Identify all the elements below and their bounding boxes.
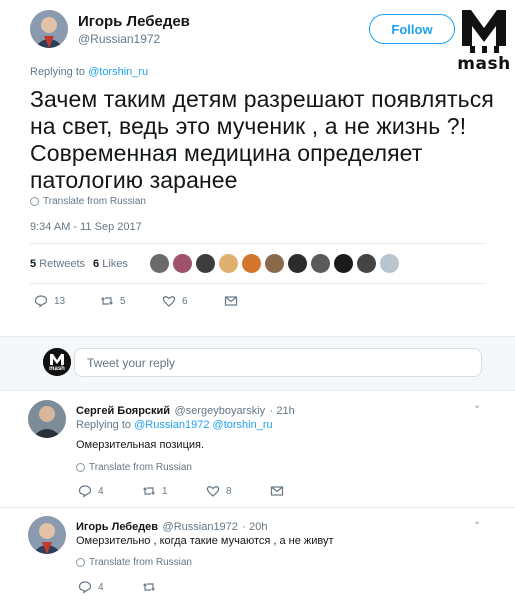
envelope-icon <box>224 296 238 306</box>
reply-count: 4 <box>98 581 104 593</box>
reply-author-avatar[interactable] <box>28 400 66 438</box>
reply-icon <box>78 581 92 594</box>
likers-avatars <box>150 254 399 273</box>
replying-to-link[interactable]: @Russian1972 @torshin_ru <box>134 419 273 431</box>
reply-text: Омерзительно , когда такие мучаются , а … <box>76 535 334 547</box>
reply-input[interactable]: Tweet your reply <box>74 348 482 377</box>
engagement-stats: 5 Retweets 6 Likes <box>30 258 128 270</box>
retweet-action[interactable]: 5 <box>100 294 162 308</box>
author-avatar[interactable] <box>30 10 68 48</box>
translate-label[interactable]: Translate from Russian <box>89 462 192 473</box>
my-avatar-text: mash <box>49 366 65 372</box>
reply-count: 13 <box>54 295 66 307</box>
translate-label[interactable]: Translate from Russian <box>89 557 192 568</box>
heart-icon <box>206 486 220 497</box>
like-count: 8 <box>226 485 232 497</box>
liker-avatar[interactable] <box>334 254 353 273</box>
retweet-action[interactable]: 1 <box>142 484 206 498</box>
reply-action[interactable]: 4 <box>78 484 142 498</box>
message-action[interactable] <box>270 484 284 498</box>
follow-button[interactable]: Follow <box>369 14 455 44</box>
reply-time[interactable]: · 20h <box>242 521 267 533</box>
reply-count: 4 <box>98 485 104 497</box>
retweet-icon <box>101 297 113 305</box>
likes-label: Likes <box>102 258 128 270</box>
reply-time[interactable]: · 21h <box>270 405 295 417</box>
reply-action[interactable]: 4 <box>78 580 142 594</box>
replying-to-link[interactable]: @torshin_ru <box>88 66 148 78</box>
tweet-actions: 13 5 6 <box>34 294 238 308</box>
mash-logo: mash <box>456 6 512 78</box>
retweets-label: Retweets <box>39 258 86 270</box>
heart-icon <box>162 296 176 307</box>
globe-icon <box>76 558 85 567</box>
like-action[interactable]: 8 <box>206 484 270 498</box>
author-name[interactable]: Игорь Лебедев <box>78 13 190 30</box>
retweet-icon <box>143 487 155 495</box>
replying-to: Replying to @Russian1972 @torshin_ru <box>76 419 273 431</box>
author-handle[interactable]: @Russian1972 <box>78 32 160 46</box>
likes-stat[interactable]: 6 Likes <box>93 258 128 270</box>
message-action[interactable] <box>224 294 238 308</box>
reply-icon <box>34 295 48 308</box>
like-count: 6 <box>182 295 188 307</box>
reply-actions: 4 1 8 <box>78 484 284 498</box>
liker-avatar[interactable] <box>311 254 330 273</box>
retweets-stat[interactable]: 5 Retweets <box>30 258 85 270</box>
retweet-action[interactable] <box>142 580 206 594</box>
globe-icon <box>30 197 39 206</box>
retweet-count: 1 <box>162 485 168 497</box>
divider <box>30 283 485 284</box>
replying-prefix: Replying to <box>76 419 135 431</box>
reply-author-avatar[interactable] <box>28 516 66 554</box>
reply-author-name[interactable]: Сергей Боярский <box>76 405 170 417</box>
reply-text: Омерзительная позиция. <box>76 439 205 451</box>
reply-header: Игорь Лебедев @Russian1972 · 20h <box>76 517 267 535</box>
liker-avatar[interactable] <box>380 254 399 273</box>
tweet-timestamp[interactable]: 9:34 AM - 11 Sep 2017 <box>30 221 142 233</box>
liker-avatar[interactable] <box>219 254 238 273</box>
retweet-icon <box>143 583 155 591</box>
liker-avatar[interactable] <box>288 254 307 273</box>
chevron-down-icon[interactable]: ⌄ <box>473 400 481 411</box>
retweets-count: 5 <box>30 258 37 270</box>
divider <box>0 507 515 508</box>
replying-prefix: Replying to <box>30 66 89 78</box>
reply-header: Сергей Боярский @sergeyboyarskiy · 21h <box>76 401 295 419</box>
translate-link[interactable]: Translate from Russian <box>30 196 146 207</box>
reply-author-handle[interactable]: @sergeyboyarskiy <box>175 405 266 417</box>
envelope-icon <box>270 486 284 496</box>
like-action[interactable]: 6 <box>162 294 224 308</box>
reply-actions: 4 <box>78 580 206 594</box>
replying-to: Replying to @torshin_ru <box>30 66 148 78</box>
translate-link[interactable]: Translate from Russian <box>76 557 192 568</box>
chevron-down-icon[interactable]: ⌄ <box>473 516 481 527</box>
tweet-text: Зачем таким детям разрешают появляться н… <box>30 86 494 193</box>
globe-icon <box>76 463 85 472</box>
reply-author-handle[interactable]: @Russian1972 <box>163 521 238 533</box>
reply-action[interactable]: 13 <box>34 294 100 308</box>
retweet-count: 5 <box>120 295 126 307</box>
divider <box>30 243 485 244</box>
liker-avatar[interactable] <box>357 254 376 273</box>
translate-label[interactable]: Translate from Russian <box>43 196 146 207</box>
liker-avatar[interactable] <box>196 254 215 273</box>
reply-author-name[interactable]: Игорь Лебедев <box>76 521 158 533</box>
reply-icon <box>78 485 92 498</box>
translate-link[interactable]: Translate from Russian <box>76 462 192 473</box>
my-avatar[interactable]: mash <box>43 348 71 376</box>
liker-avatar[interactable] <box>265 254 284 273</box>
likes-count: 6 <box>93 258 100 270</box>
liker-avatar[interactable] <box>150 254 169 273</box>
liker-avatar[interactable] <box>242 254 261 273</box>
liker-avatar[interactable] <box>173 254 192 273</box>
mash-logo-text: mash <box>457 54 511 74</box>
